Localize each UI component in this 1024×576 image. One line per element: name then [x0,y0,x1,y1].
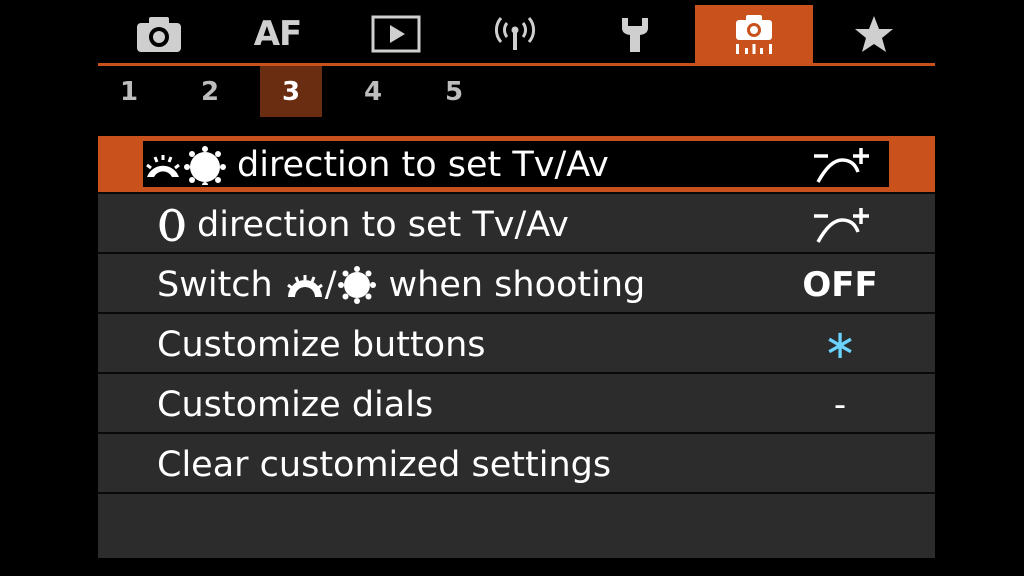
subtab-1[interactable]: 1 [98,66,160,117]
menu-item-label: Customize dials [157,385,434,425]
dial-direction-icon [814,208,869,243]
menu-item-label-prefix: Switch [157,265,273,305]
menu-item-main-dial-direction[interactable]: direction to set Tv/Av [98,136,935,194]
subtab-3[interactable]: 3 [260,66,322,117]
customized-asterisk-icon: ∗ [823,322,857,368]
menu-list: direction to set Tv/Av direction to set … [98,136,935,558]
menu-item-label: Clear customized settings [157,445,612,485]
quick-control-dial-icon [337,266,376,304]
wrench-icon [622,18,648,52]
tab-wireless[interactable] [455,5,575,63]
tab-playback[interactable] [336,5,455,63]
menu-item-value [805,136,875,194]
menu-item-value [805,196,875,254]
menu-item-label: Customize buttons [157,325,486,365]
subtab-2[interactable]: 2 [179,66,241,117]
wireless-icon [494,17,536,50]
tab-af[interactable]: AF [219,5,336,63]
custom-functions-icon [736,15,772,54]
menu-item-customize-dials[interactable]: Customize dials - [98,376,935,434]
tab-custom-functions[interactable] [695,5,813,63]
dial-direction-icon [814,148,869,183]
menu-item-customize-buttons[interactable]: Customize buttons ∗ [98,316,935,374]
playback-icon [371,15,420,53]
menu-item-clear-customized-settings[interactable]: Clear customized settings [98,436,935,494]
menu-item-label-separator: / [324,265,337,305]
main-dial-quick-control-dial-icon [146,146,226,185]
sub-tab-bar: 1 2 3 4 5 [98,66,498,117]
control-ring-icon [159,208,185,242]
tab-af-label: AF [253,14,303,54]
subtab-4[interactable]: 4 [342,66,404,117]
menu-item-label-suffix: when shooting [388,265,646,305]
menu-item-control-ring-direction[interactable]: direction to set Tv/Av [98,196,935,254]
main-tab-bar: AF [98,5,935,63]
tab-my-menu[interactable] [813,5,935,63]
menu-item-switch-dials[interactable]: Switch / when shooting OFF [98,256,935,314]
tab-setup[interactable] [575,5,695,63]
subtab-5[interactable]: 5 [423,66,485,117]
star-icon [855,16,893,52]
camera-icon [136,17,181,52]
menu-item-label: direction to set Tv/Av [237,145,609,185]
main-dial-icon [286,275,323,297]
menu-item-value: - [833,385,847,425]
tab-shooting[interactable] [98,5,219,63]
menu-item-label: direction to set Tv/Av [197,205,569,245]
menu-item-value: OFF [802,265,878,305]
